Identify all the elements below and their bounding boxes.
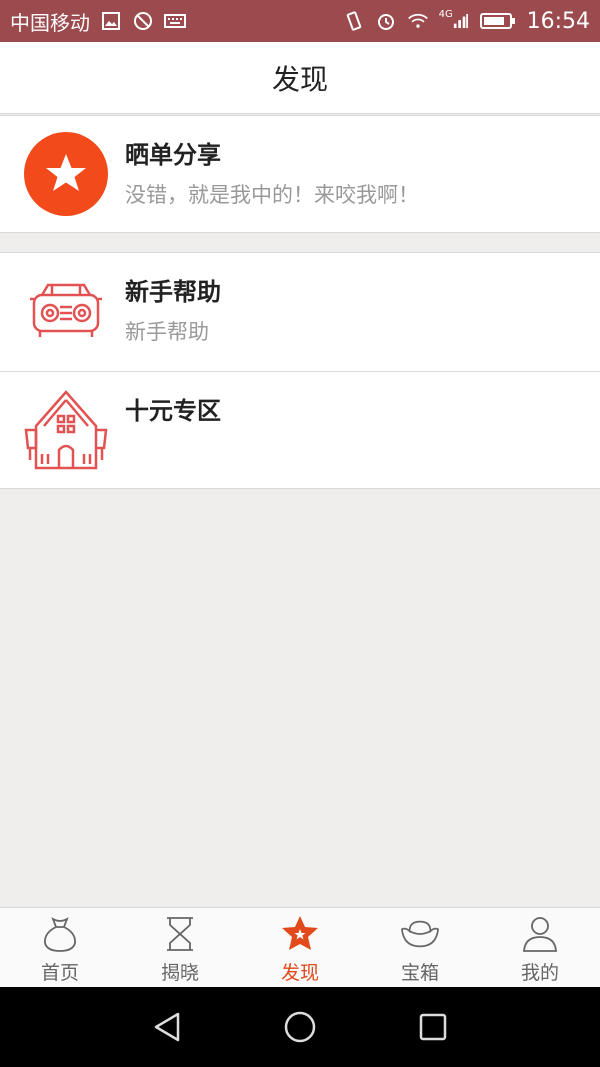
page-title: 发现	[271, 62, 328, 96]
star-icon	[24, 132, 108, 216]
wifi-icon	[407, 10, 429, 32]
nav-discover[interactable]: 发现	[240, 908, 360, 987]
nav-treasure[interactable]: 宝箱	[360, 908, 480, 987]
image-icon	[100, 10, 122, 32]
nav-mine[interactable]: 我的	[480, 908, 600, 987]
house-icon	[24, 388, 108, 472]
alarm-icon	[375, 10, 397, 32]
help-section: 新手帮助 新手帮助 十元专区	[0, 252, 600, 489]
signal-icon: 4G	[438, 8, 469, 32]
ten-yuan-row[interactable]: 十元专区	[0, 371, 600, 489]
recents-icon[interactable]	[411, 1005, 455, 1049]
carrier-name: 中国移动	[10, 10, 90, 35]
user-icon	[520, 914, 560, 954]
ingot-icon	[400, 914, 440, 954]
title-bar: 发现	[0, 42, 600, 114]
nav-label-mine: 我的	[520, 962, 559, 984]
status-bar: 中国移动 4G 16:54	[0, 0, 600, 42]
help-subtitle: 新手帮助	[125, 320, 209, 344]
hourglass-icon	[160, 914, 200, 954]
share-row[interactable]: 晒单分享 没错，就是我中的！来咬我啊！	[0, 116, 600, 234]
nav-label-discover: 发现	[280, 962, 319, 984]
nav-home[interactable]: 首页	[0, 908, 120, 987]
battery-icon	[479, 10, 517, 32]
help-title: 新手帮助	[125, 278, 221, 306]
status-time: 16:54	[526, 8, 590, 34]
share-section: 晒单分享 没错，就是我中的！来咬我啊！	[0, 115, 600, 233]
system-nav-bar	[0, 987, 600, 1067]
car-icon	[24, 269, 108, 353]
ten-yuan-title: 十元专区	[125, 397, 221, 425]
no-disturb-icon	[132, 10, 154, 32]
share-subtitle: 没错，就是我中的！来咬我啊！	[125, 183, 419, 207]
nav-label-reveal: 揭晓	[160, 962, 199, 984]
nav-reveal[interactable]: 揭晓	[120, 908, 240, 987]
bottom-nav: 首页 揭晓 发现 宝箱 我的	[0, 907, 600, 987]
nav-label-treasure: 宝箱	[400, 962, 439, 984]
money-bag-icon	[40, 914, 80, 954]
vibrate-icon	[343, 10, 365, 32]
help-row[interactable]: 新手帮助 新手帮助	[0, 253, 600, 371]
network-type: 4G	[438, 8, 453, 20]
back-icon[interactable]	[145, 1005, 189, 1049]
nav-label-home: 首页	[40, 962, 79, 984]
share-title: 晒单分享	[125, 141, 221, 169]
star-badge-icon	[280, 914, 320, 954]
keyboard-icon	[164, 10, 186, 32]
home-icon[interactable]	[278, 1005, 322, 1049]
